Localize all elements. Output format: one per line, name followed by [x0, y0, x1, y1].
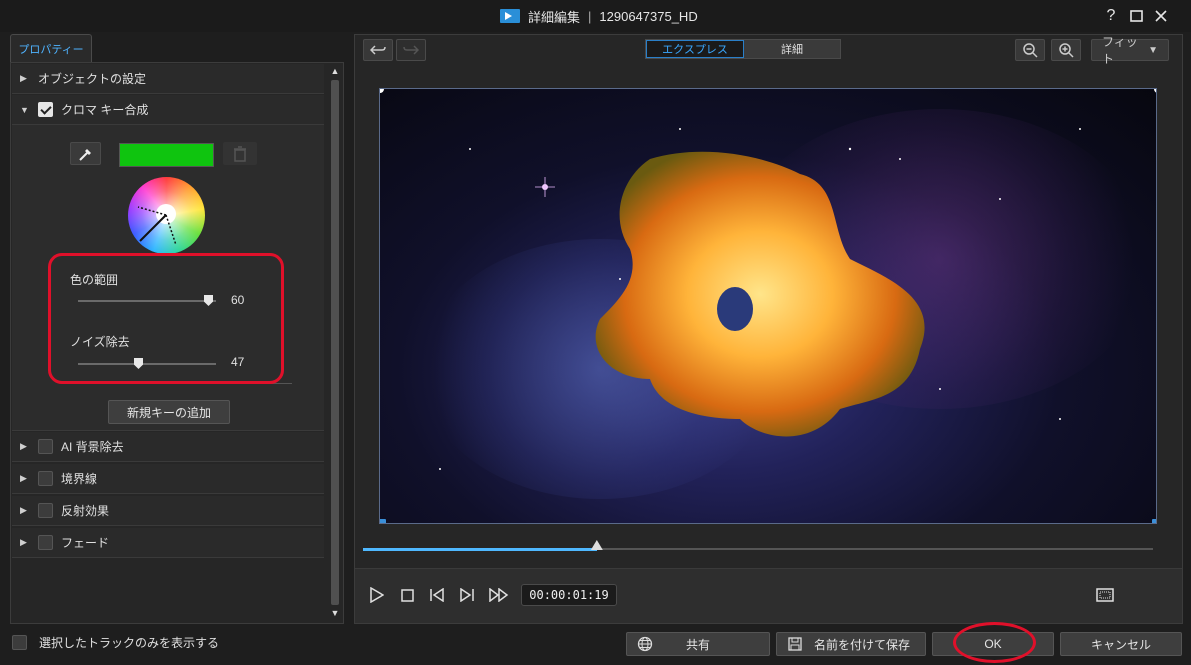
- expand-arrow-icon[interactable]: ▶: [20, 73, 30, 84]
- play-icon[interactable]: [367, 585, 387, 605]
- tab-detail[interactable]: 詳細: [744, 40, 840, 58]
- app-logo-icon: [500, 9, 520, 23]
- title-separator: |: [588, 8, 592, 24]
- timecode-display[interactable]: 00:00:01:19: [521, 584, 617, 606]
- zoom-out-button[interactable]: [1015, 39, 1045, 61]
- zoom-fit-label: フィット: [1102, 35, 1138, 66]
- fire-explosion: [595, 151, 925, 437]
- next-frame-icon[interactable]: [457, 585, 477, 605]
- chevron-down-icon: ▼: [1148, 44, 1158, 56]
- cancel-button[interactable]: キャンセル: [1060, 632, 1182, 656]
- eyedropper-button[interactable]: [70, 142, 101, 165]
- share-label: 共有: [685, 637, 710, 652]
- delete-key-button[interactable]: [223, 142, 257, 165]
- window-title-text: 詳細編集: [528, 9, 581, 25]
- scroll-thumb[interactable]: [331, 80, 339, 605]
- expand-arrow-icon[interactable]: ▶: [20, 537, 30, 548]
- safe-zone-icon[interactable]: [1095, 585, 1115, 605]
- save-as-label: 名前を付けて保存: [813, 637, 910, 652]
- save-as-button[interactable]: 名前を付けて保存: [776, 632, 926, 656]
- fade-checkbox[interactable]: [38, 535, 53, 550]
- section-reflection[interactable]: ▶ 反射効果: [12, 496, 324, 526]
- section-label: フェード: [61, 536, 110, 550]
- scroll-down-icon[interactable]: ▼: [330, 608, 340, 618]
- tab-properties[interactable]: プロパティー: [10, 34, 92, 62]
- show-selected-track-checkbox[interactable]: [12, 635, 27, 650]
- scroll-up-icon[interactable]: ▲: [330, 66, 340, 76]
- file-name: 1290647375_HD: [599, 8, 698, 24]
- annotation-highlight-sliders: [48, 253, 284, 384]
- show-selected-track-label: 選択したトラックのみを表示する: [39, 636, 220, 650]
- zoom-fit-dropdown[interactable]: フィット ▼: [1091, 35, 1169, 66]
- key-color-swatch[interactable]: [119, 143, 214, 167]
- add-new-key-button[interactable]: 新規キーの追加: [108, 400, 230, 424]
- fast-forward-icon[interactable]: [489, 585, 509, 605]
- help-icon[interactable]: ?: [1101, 6, 1121, 26]
- expand-arrow-icon[interactable]: ▶: [20, 473, 30, 484]
- ai-background-checkbox[interactable]: [38, 439, 53, 454]
- eyedropper-icon: [79, 149, 91, 161]
- redo-icon: [403, 45, 419, 55]
- annotation-highlight-ok: [953, 622, 1036, 663]
- share-button[interactable]: 共有: [626, 632, 770, 656]
- maximize-icon[interactable]: [1126, 6, 1146, 26]
- chroma-key-checkbox[interactable]: [38, 102, 53, 117]
- expand-arrow-icon[interactable]: ▶: [20, 441, 30, 452]
- mode-toggle: エクスプレス 詳細: [645, 39, 841, 59]
- window-title: 詳細編集 | 1290647375_HD: [500, 7, 698, 25]
- save-icon: [787, 636, 803, 652]
- section-label: オブジェクトの設定: [38, 72, 147, 86]
- tab-express[interactable]: エクスプレス: [646, 40, 744, 58]
- stop-icon[interactable]: [397, 585, 417, 605]
- close-icon[interactable]: [1151, 6, 1171, 26]
- section-border[interactable]: ▶ 境界線: [12, 464, 324, 494]
- redo-button[interactable]: [396, 39, 426, 61]
- section-label: クロマ キー合成: [61, 103, 149, 117]
- color-range-indicator: [137, 206, 177, 246]
- resize-handle[interactable]: [380, 519, 386, 523]
- undo-icon: [370, 45, 386, 55]
- previous-frame-icon[interactable]: [427, 585, 447, 605]
- border-checkbox[interactable]: [38, 471, 53, 486]
- trash-icon: [234, 146, 246, 162]
- timeline-playhead[interactable]: [590, 540, 603, 550]
- reflection-checkbox[interactable]: [38, 503, 53, 518]
- section-fade[interactable]: ▶ フェード: [12, 528, 324, 558]
- resize-handle[interactable]: [1152, 519, 1156, 523]
- zoom-out-icon: [1023, 43, 1038, 58]
- color-wheel[interactable]: [128, 177, 205, 254]
- globe-icon: [637, 636, 653, 652]
- section-label: 境界線: [61, 472, 98, 486]
- zoom-in-icon: [1059, 43, 1074, 58]
- video-preview[interactable]: [379, 88, 1157, 524]
- properties-scrollbar[interactable]: ▲ ▼: [328, 64, 342, 622]
- section-ai-background-removal[interactable]: ▶ AI 背景除去: [12, 432, 324, 462]
- collapse-arrow-icon[interactable]: ▼: [20, 105, 30, 115]
- playback-controls: 00:00:01:19: [355, 568, 1182, 623]
- title-bar: 詳細編集 | 1290647375_HD ?: [0, 0, 1191, 32]
- section-object-settings[interactable]: ▶ オブジェクトの設定: [12, 64, 324, 94]
- zoom-in-button[interactable]: [1051, 39, 1081, 61]
- timeline-scrubber[interactable]: [363, 540, 1153, 551]
- undo-button[interactable]: [363, 39, 393, 61]
- section-chroma-key[interactable]: ▼ クロマ キー合成: [12, 95, 324, 125]
- preview-panel: エクスプレス 詳細 フィット ▼ 00:00:01:19: [354, 34, 1183, 624]
- section-label: AI 背景除去: [61, 440, 124, 454]
- expand-arrow-icon[interactable]: ▶: [20, 505, 30, 516]
- section-label: 反射効果: [61, 504, 110, 518]
- timeline-progress: [363, 548, 597, 551]
- show-selected-track-option[interactable]: 選択したトラックのみを表示する: [12, 634, 219, 651]
